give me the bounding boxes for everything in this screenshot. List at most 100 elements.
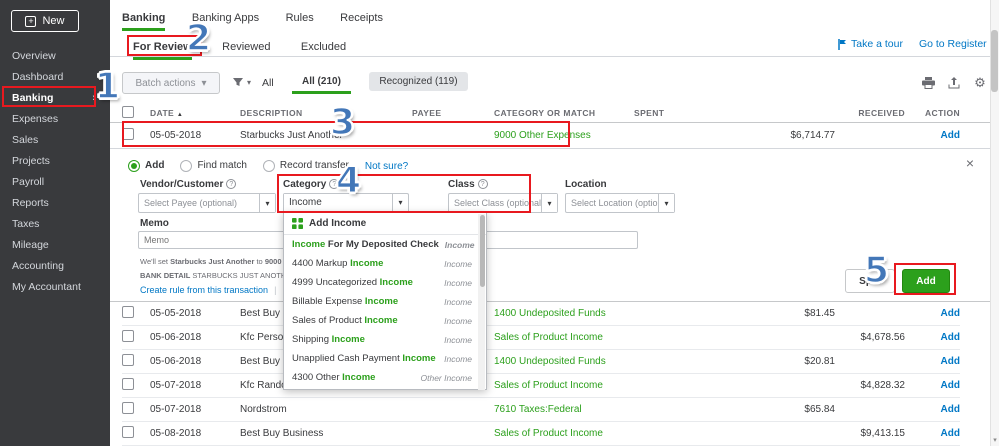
radio-add[interactable]: Add: [128, 157, 164, 175]
tab-excluded[interactable]: Excluded: [301, 41, 346, 57]
filter-tab-recognized[interactable]: Recognized (119): [369, 72, 467, 91]
sidebar-item-banking[interactable]: › Banking: [0, 88, 110, 109]
col-category[interactable]: CATEGORY OR MATCH: [494, 108, 624, 118]
category-link[interactable]: 1400 Undeposited Funds: [494, 308, 624, 319]
create-rule-link[interactable]: Create rule from this transaction: [140, 285, 268, 295]
new-button-label: New: [42, 15, 64, 27]
scroll-down-arrow[interactable]: ▾: [991, 436, 999, 444]
export-icon[interactable]: [946, 76, 962, 90]
sidebar-item-dashboard[interactable]: Dashboard: [0, 67, 110, 88]
sidebar-item-overview[interactable]: Overview: [0, 46, 110, 67]
category-link[interactable]: Sales of Product Income: [494, 332, 624, 343]
row-checkbox[interactable]: [122, 426, 134, 438]
row-checkbox[interactable]: [122, 330, 134, 342]
category-option[interactable]: Unapplied Cash Payment Income Income: [284, 349, 486, 368]
sidebar-item-expenses[interactable]: Expenses: [0, 109, 110, 130]
tab-for-review[interactable]: For Review: [133, 41, 192, 60]
category-link[interactable]: Sales of Product Income: [494, 428, 624, 439]
add-action-link[interactable]: Add: [941, 308, 960, 319]
memo-label: Memo: [140, 218, 169, 229]
table-row[interactable]: 05-08-2018 Best Buy Business Sales of Pr…: [122, 422, 960, 446]
option-label: Shipping Income: [292, 334, 365, 345]
tab-rules[interactable]: Rules: [286, 12, 314, 28]
sidebar-item-mileage[interactable]: Mileage: [0, 235, 110, 256]
category-combobox: ▾: [283, 193, 409, 213]
row-checkbox[interactable]: [122, 402, 134, 414]
tab-reviewed[interactable]: Reviewed: [222, 41, 270, 57]
category-link[interactable]: 7610 Taxes:Federal: [494, 404, 624, 415]
print-icon[interactable]: [920, 76, 936, 90]
sidebar-item-my-accountant[interactable]: My Accountant: [0, 277, 110, 298]
batch-actions-button[interactable]: Batch actions ▾: [122, 72, 220, 94]
tab-banking[interactable]: Banking: [122, 12, 165, 31]
sidebar-item-accounting[interactable]: Accounting: [0, 256, 110, 277]
table-row[interactable]: 05-06-2018 Kfc Personal... Sales of Prod…: [122, 326, 960, 350]
category-option[interactable]: 4300 Other Income Other Income: [284, 368, 486, 387]
col-spent[interactable]: SPENT: [624, 108, 835, 118]
filter-tab-all[interactable]: All (210): [292, 72, 351, 94]
category-link[interactable]: Sales of Product Income: [494, 380, 624, 391]
tab-banking-apps[interactable]: Banking Apps: [192, 12, 259, 28]
add-action-link[interactable]: Add: [941, 428, 960, 439]
split-button[interactable]: Split: [845, 269, 895, 293]
caret-down-icon[interactable]: ▾: [392, 194, 408, 211]
sidebar-item-taxes[interactable]: Taxes: [0, 214, 110, 235]
caret-down-icon[interactable]: ▾: [541, 194, 557, 212]
table-row[interactable]: 05-05-2018 Best Buy 1400 Undeposited Fun…: [122, 302, 960, 326]
tab-receipts[interactable]: Receipts: [340, 12, 383, 28]
row-checkbox[interactable]: [122, 128, 134, 140]
row-checkbox[interactable]: [122, 378, 134, 390]
option-type: Income: [445, 240, 475, 250]
dropdown-scroll-thumb[interactable]: [480, 215, 485, 287]
new-button[interactable]: + New: [11, 10, 79, 32]
add-new-income-option[interactable]: Add Income: [284, 213, 486, 235]
col-action: ACTION: [905, 108, 960, 118]
not-sure-link[interactable]: Not sure?: [365, 161, 408, 172]
add-action-link[interactable]: Add: [941, 404, 960, 415]
location-select[interactable]: Select Location (optional) ▾: [565, 193, 675, 213]
table-row[interactable]: 05-06-2018 Best Buy 1400 Undeposited Fun…: [122, 350, 960, 374]
category-option[interactable]: Billable Expense Income Income: [284, 292, 486, 311]
radio-find-match[interactable]: Find match: [180, 157, 246, 175]
category-link[interactable]: 9000 Other Expenses: [494, 130, 624, 141]
add-action-link[interactable]: Add: [941, 380, 960, 391]
class-select[interactable]: Select Class (optional) ▾: [448, 193, 558, 213]
select-all-checkbox[interactable]: [122, 106, 134, 118]
close-icon[interactable]: ×: [966, 155, 974, 171]
go-to-register-link[interactable]: Go to Register: [919, 38, 987, 50]
sidebar-item-reports[interactable]: Reports: [0, 193, 110, 214]
add-action-link[interactable]: Add: [941, 356, 960, 367]
add-button[interactable]: Add: [902, 269, 950, 293]
category-input[interactable]: [284, 194, 392, 211]
page-scrollbar-thumb[interactable]: [991, 30, 998, 92]
col-payee[interactable]: PAYEE: [412, 108, 494, 118]
table-row[interactable]: 05-05-2018 Starbucks Just Another 9000 O…: [122, 123, 960, 148]
sidebar-item-sales[interactable]: Sales: [0, 130, 110, 151]
option-type: Other Income: [421, 373, 473, 383]
category-option[interactable]: Income For My Deposited Check Income: [284, 235, 486, 254]
col-received[interactable]: RECEIVED: [835, 108, 905, 118]
category-option[interactable]: Sales of Product Income Income: [284, 311, 486, 330]
sidebar-item-projects[interactable]: Projects: [0, 151, 110, 172]
take-a-tour-link[interactable]: Take a tour: [838, 38, 903, 50]
row-checkbox[interactable]: [122, 306, 134, 318]
radio-record-transfer[interactable]: Record transfer: [263, 157, 349, 175]
filter-control[interactable]: ▾: [232, 76, 251, 88]
vendor-select[interactable]: Select Payee (optional) ▾: [138, 193, 276, 213]
col-description[interactable]: DESCRIPTION: [240, 108, 412, 118]
category-option[interactable]: 4400 Markup Income Income: [284, 254, 486, 273]
row-checkbox[interactable]: [122, 354, 134, 366]
category-label: Category?: [283, 179, 339, 190]
caret-down-icon[interactable]: ▾: [259, 194, 275, 212]
add-action-link[interactable]: Add: [941, 332, 960, 343]
gear-icon[interactable]: ⚙: [972, 76, 988, 90]
add-action-link[interactable]: Add: [941, 130, 960, 141]
category-link[interactable]: 1400 Undeposited Funds: [494, 356, 624, 367]
sidebar-item-payroll[interactable]: Payroll: [0, 172, 110, 193]
category-option[interactable]: 4999 Uncategorized Income Income: [284, 273, 486, 292]
caret-down-icon[interactable]: ▾: [658, 194, 674, 212]
table-row[interactable]: 05-07-2018 Kfc Random... Sales of Produc…: [122, 374, 960, 398]
category-option[interactable]: Shipping Income Income: [284, 330, 486, 349]
table-row[interactable]: 05-07-2018 Nordstrom 7610 Taxes:Federal …: [122, 398, 960, 422]
col-date[interactable]: DATE ▲: [150, 108, 240, 118]
